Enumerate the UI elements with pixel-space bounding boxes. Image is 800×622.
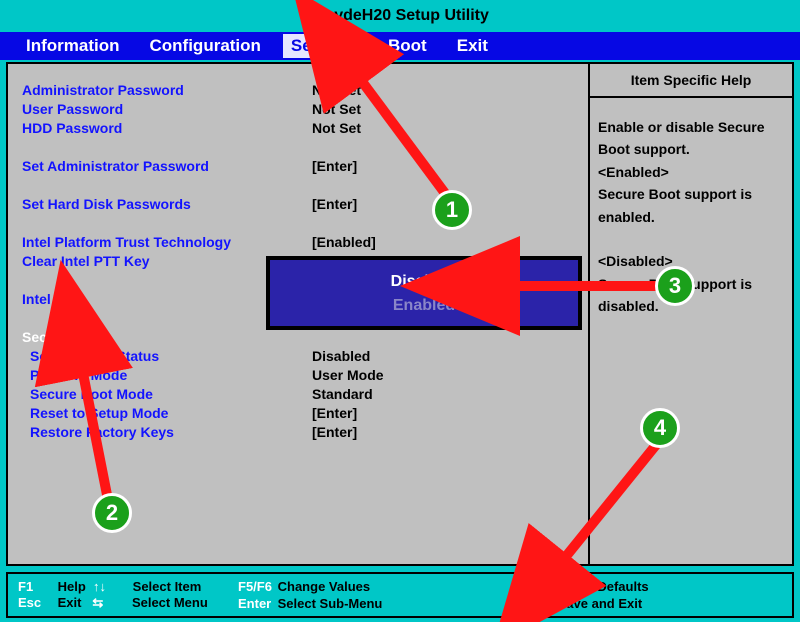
help-line: Boot support. [598,138,784,160]
setting-row-18[interactable]: Restore Factory KeysEnter [22,422,578,441]
setting-value: Not Set [312,82,361,98]
key-esc: Esc [18,595,54,610]
annotation-badge-3: 3 [655,266,695,306]
help-line: Secure Boot support is enabled. [598,183,784,228]
key-f9: F9 [518,579,554,594]
setting-row-17[interactable]: Reset to Setup ModeEnter [22,403,578,422]
setting-row-8[interactable]: Intel Platform Trust TechnologyEnabled [22,232,578,251]
menu-bar: Information Configuration Security Boot … [0,32,800,60]
setting-row-0[interactable]: Administrator PasswordNot Set [22,80,578,99]
setting-value: Standard [312,386,373,402]
setting-label: Secure Boot Status [22,348,312,364]
label-save-exit: Save and Exit [558,596,643,611]
setting-row-15[interactable]: Platform ModeUser Mode [22,365,578,384]
setting-label: Secure Boot Mode [22,386,312,402]
help-title: Item Specific Help [590,64,792,98]
setting-value: Disabled [312,348,370,364]
label-help: Help [58,579,86,594]
setting-value: User Mode [312,367,384,383]
setting-label: Set Administrator Password [22,158,312,174]
setting-label: Secure Boot [22,329,312,345]
setting-label: Restore Factory Keys [22,424,312,440]
key-f1: F1 [18,579,54,594]
popup-option-disabled[interactable]: Disabled [270,270,578,294]
setting-label: Platform Mode [22,367,312,383]
setting-value: Not Set [312,120,361,136]
key-enter: Enter [238,596,274,611]
popup-option-enabled[interactable]: Enabled [270,294,578,318]
help-line: <Disabled> [598,250,784,272]
setting-row-6[interactable]: Set Hard Disk PasswordsEnter [22,194,578,213]
annotation-badge-2: 2 [92,493,132,533]
help-line: Enable or disable Secure [598,116,784,138]
setting-row-14[interactable]: Secure Boot StatusDisabled [22,346,578,365]
setting-row-2[interactable]: HDD PasswordNot Set [22,118,578,137]
menu-item-configuration[interactable]: Configuration [142,34,269,58]
setting-label: HDD Password [22,120,312,136]
setting-row-1[interactable]: User PasswordNot Set [22,99,578,118]
help-line: <Enabled> [598,161,784,183]
label-exit: Exit [58,595,82,610]
menu-item-exit[interactable]: Exit [449,34,496,58]
annotation-badge-1: 1 [432,190,472,230]
setting-value: Enter [312,196,357,212]
setting-value: Enabled [312,234,376,250]
label-setup-defaults: Setup Defaults [558,579,649,594]
setting-row-13[interactable]: Secure Boot [22,327,578,346]
setting-label: Set Hard Disk Passwords [22,196,312,212]
annotation-badge-4: 4 [640,408,680,448]
menu-item-information[interactable]: Information [18,34,128,58]
label-select-menu: Select Menu [132,595,208,610]
label-select-item: Select Item [133,579,202,594]
help-line [598,228,784,250]
setting-value: Enter [312,158,357,174]
setting-label: Reset to Setup Mode [22,405,312,421]
setting-row-16[interactable]: Secure Boot ModeStandard [22,384,578,403]
setting-value: Enter [312,405,357,421]
key-updown: ↑↓ [93,579,129,594]
setting-value: Enter [312,424,357,440]
setting-value: Not Set [312,101,361,117]
menu-item-boot[interactable]: Boot [380,34,435,58]
secure-boot-popup[interactable]: Disabled Enabled [268,258,580,328]
setting-label: User Password [22,101,312,117]
key-f10: F10 [518,596,554,611]
title-bar: InsydeH20 Setup Utility [0,0,800,32]
help-body: Enable or disable SecureBoot support.<En… [590,98,792,336]
setting-row-4[interactable]: Set Administrator PasswordEnter [22,156,578,175]
key-f5f6: F5/F6 [238,579,274,594]
menu-item-security[interactable]: Security [283,34,366,58]
key-leftright: ⇆ [92,595,128,611]
help-pane: Item Specific Help Enable or disable Sec… [588,64,792,564]
setting-label: Administrator Password [22,82,312,98]
label-select-sub: Select Sub-Menu [278,596,383,611]
footer-bar: F1 Help ↑↓ Select Item Esc Exit ⇆ Select… [6,572,794,618]
setting-label: Intel Platform Trust Technology [22,234,312,250]
label-change-values: Change Values [278,579,370,594]
